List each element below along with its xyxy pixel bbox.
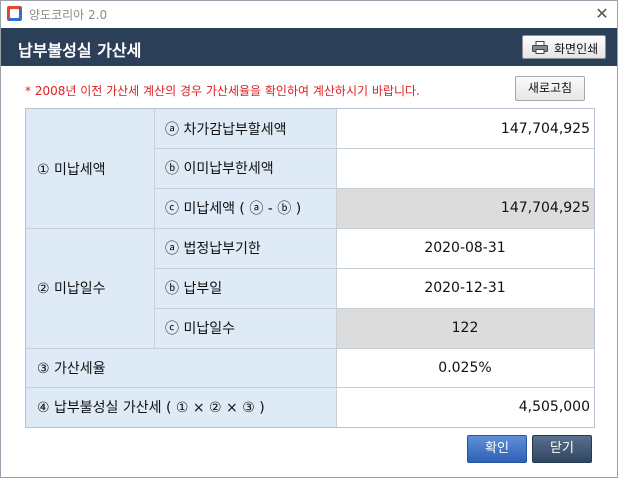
divider — [154, 268, 594, 269]
row-label: ⓐ 차가감납부할세액 — [154, 109, 336, 148]
row-label: ⓒ 미납일수 — [154, 308, 336, 348]
rate-value: 0.025% — [336, 348, 594, 387]
refresh-button[interactable]: 새로고침 — [515, 76, 585, 101]
close-button[interactable]: 닫기 — [532, 435, 592, 463]
tax-payable-input[interactable]: 147,704,925 — [336, 109, 594, 148]
penalty-label: ④ 납부불성실 가산세 ( ① × ② × ③ ) — [26, 387, 336, 427]
divider — [154, 148, 594, 149]
title-bar: 양도코리아 2.0 ✕ — [1, 1, 617, 28]
printer-icon — [532, 41, 548, 54]
divider — [154, 188, 594, 189]
rate-label: ③ 가산세율 — [26, 348, 336, 387]
app-logo-icon — [7, 6, 22, 21]
divider — [26, 348, 594, 349]
divider — [26, 387, 594, 388]
dialog-window: 양도코리아 2.0 ✕ 납부불성실 가산세 화면인쇄 * 2008년 이전 가산… — [0, 0, 618, 478]
row-label: ⓑ 이미납부한세액 — [154, 148, 336, 188]
unpaid-days-value: 122 — [336, 308, 594, 348]
ok-button[interactable]: 확인 — [467, 435, 527, 463]
payment-date-input[interactable]: 2020-12-31 — [336, 268, 594, 308]
print-screen-label: 화면인쇄 — [554, 42, 599, 56]
close-icon[interactable]: ✕ — [592, 4, 612, 24]
divider — [154, 308, 594, 309]
row-label: ⓒ 미납세액 ( ⓐ - ⓑ ) — [154, 188, 336, 228]
already-paid-input[interactable] — [336, 148, 594, 188]
unpaid-days-label: ② 미납일수 — [26, 228, 154, 348]
divider — [26, 228, 594, 229]
unpaid-tax-label: ① 미납세액 — [26, 109, 154, 228]
app-title: 양도코리아 2.0 — [29, 8, 108, 22]
dialog-header: 납부불성실 가산세 화면인쇄 — [1, 28, 617, 66]
print-screen-button[interactable]: 화면인쇄 — [522, 35, 606, 59]
unpaid-tax-value: 147,704,925 — [336, 188, 594, 228]
row-label: ⓐ 법정납부기한 — [154, 228, 336, 268]
page-title: 납부불성실 가산세 — [18, 41, 142, 60]
notice-text: * 2008년 이전 가산세 계산의 경우 가산세율을 확인하여 계산하시기 바… — [25, 84, 420, 98]
due-date-input[interactable]: 2020-08-31 — [336, 228, 594, 268]
penalty-value: 4,505,000 — [336, 387, 594, 427]
penalty-table: ① 미납세액 ⓐ 차가감납부할세액 147,704,925 ⓑ 이미납부한세액 … — [25, 108, 595, 428]
row-label: ⓑ 납부일 — [154, 268, 336, 308]
